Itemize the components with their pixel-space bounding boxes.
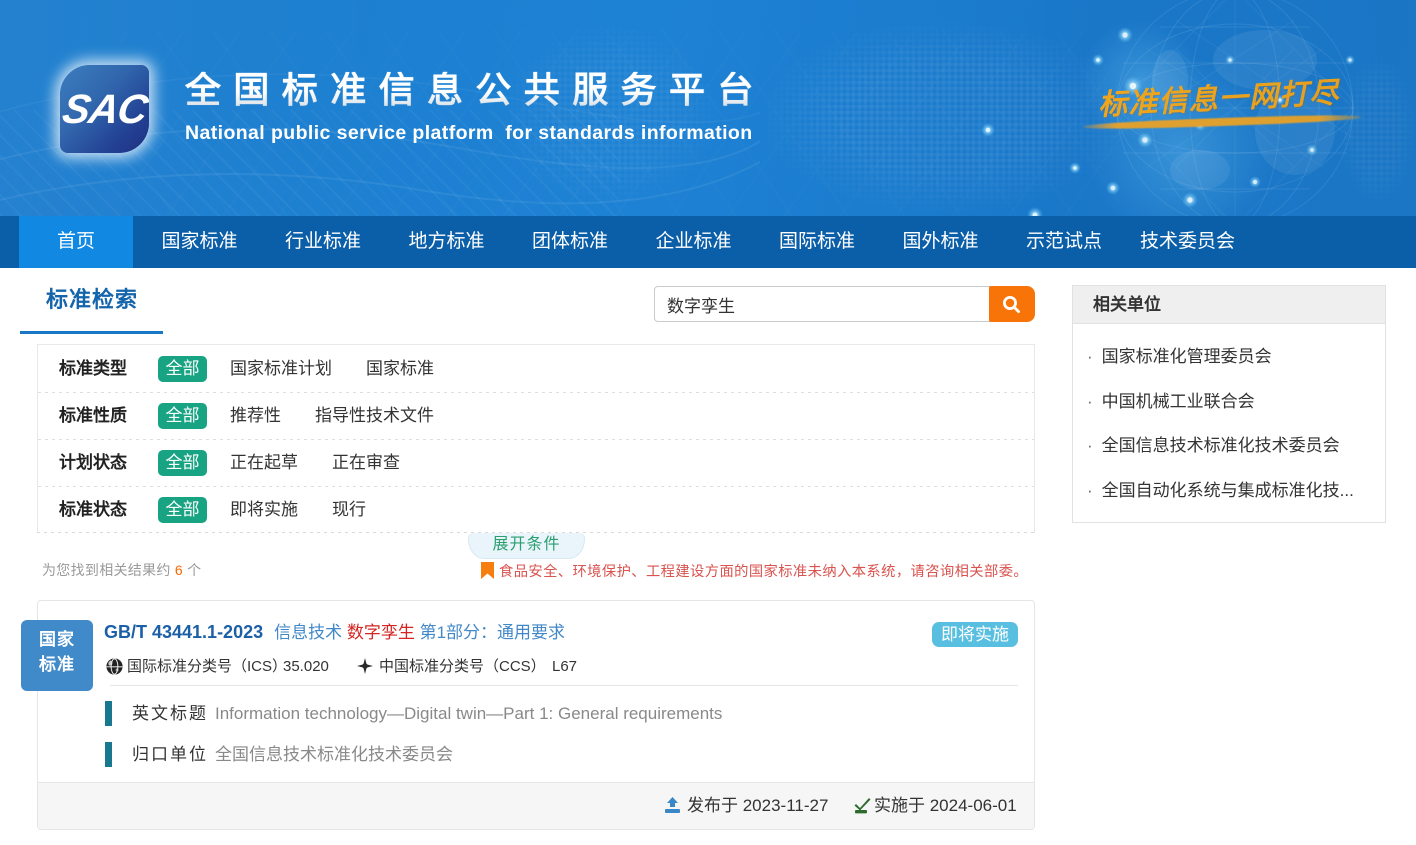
svg-text:SAC: SAC: [60, 86, 149, 132]
